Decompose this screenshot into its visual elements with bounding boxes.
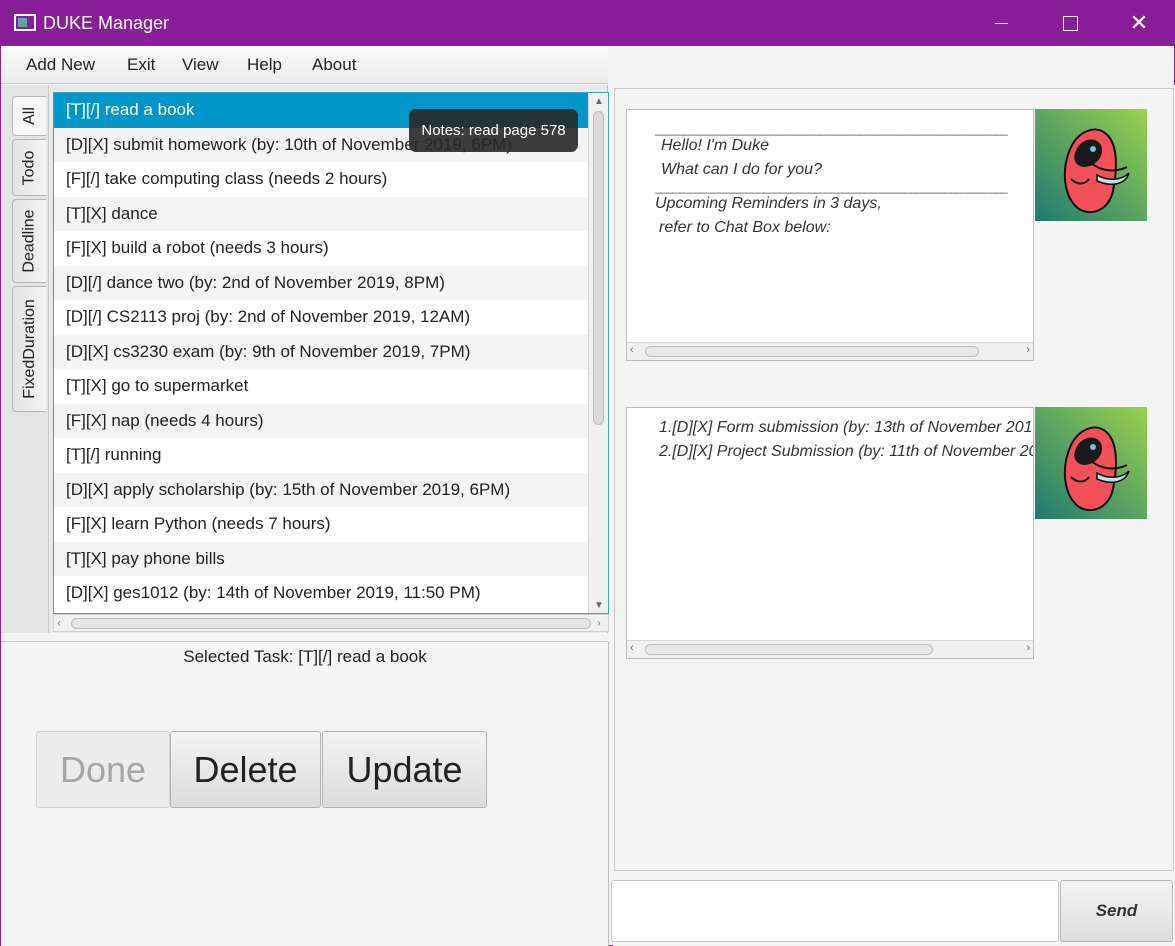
task-row[interactable]: [D][X] ges1012 (by: 14th of November 201…	[54, 576, 588, 611]
scroll-right-icon[interactable]: ›	[592, 616, 606, 630]
menu-bar: Add New Exit View Help About	[1, 46, 608, 84]
task-row[interactable]: [T][X] go to supermarket	[54, 369, 588, 404]
menu-exit[interactable]: Exit	[127, 55, 155, 75]
app-window: DUKE Manager ✕ Add New Exit View Help Ab…	[0, 0, 1175, 946]
task-actions-panel: Selected Task: [T][/] read a book Done D…	[1, 641, 609, 946]
scroll-down-icon[interactable]: ▼	[589, 598, 608, 612]
message-horizontal-scrollbar[interactable]: ‹ ›	[627, 640, 1033, 658]
scroll-up-icon[interactable]: ▲	[589, 94, 608, 108]
minimize-icon	[994, 23, 1008, 24]
minimize-button[interactable]	[966, 1, 1036, 46]
divider: ________________________________________…	[655, 122, 1008, 136]
task-row[interactable]: [F][/] take computing class (needs 2 hou…	[54, 162, 588, 197]
task-panel: All Todo Deadline FixedDuration [T][/] r…	[1, 85, 609, 633]
tab-fixedduration[interactable]: FixedDuration	[12, 286, 46, 412]
chat-input-bar: Send	[611, 876, 1175, 946]
task-row[interactable]: [T][/] running	[54, 438, 588, 473]
scroll-left-icon[interactable]: ‹	[52, 616, 66, 630]
done-button[interactable]: Done	[36, 731, 170, 808]
task-row[interactable]: [T][X] pay phone bills	[54, 541, 588, 576]
message-horizontal-scrollbar[interactable]: ‹ ›	[627, 342, 1033, 360]
menu-view[interactable]: View	[182, 55, 219, 75]
notes-tooltip: Notes: read page 578	[409, 109, 578, 152]
maximize-button[interactable]	[1035, 1, 1105, 46]
message-line: refer to Chat Box below:	[659, 219, 831, 236]
divider: ________________________________________…	[655, 180, 1008, 194]
task-list-vertical-scrollbar[interactable]: ▲ ▼	[588, 93, 608, 613]
menu-help[interactable]: Help	[247, 55, 282, 75]
menu-add-new[interactable]: Add New	[26, 55, 95, 75]
scroll-right-icon[interactable]: ›	[1026, 642, 1030, 654]
message-line: 1.[D][X] Form submission (by: 13th of No…	[659, 419, 1033, 436]
maximize-icon	[1062, 16, 1078, 31]
duke-bird-avatar	[1035, 109, 1147, 221]
message-line: Upcoming Reminders in 3 days,	[655, 195, 882, 212]
task-row[interactable]: [D][X] apply scholarship (by: 15th of No…	[54, 472, 588, 507]
task-row[interactable]: [D][/] CS2113 proj (by: 2nd of November …	[54, 300, 588, 335]
selected-task-label: Selected Task: [T][/] read a book	[183, 647, 427, 666]
chat-panel: ________________________________________…	[611, 85, 1175, 946]
task-row[interactable]: [T][X] dance	[54, 196, 588, 231]
message-line: What can I do for you?	[661, 161, 822, 178]
task-list-items: [T][/] read a book [D][X] submit homework…	[54, 93, 588, 611]
task-row[interactable]: [D][X] cs3230 exam (by: 9th of November …	[54, 334, 588, 369]
vertical-scroll-thumb[interactable]	[593, 111, 604, 425]
task-list[interactable]: [T][/] read a book [D][X] submit homework…	[53, 92, 609, 614]
task-row[interactable]: [F][X] learn Python (needs 7 hours)	[54, 507, 588, 542]
title-bar[interactable]: DUKE Manager ✕	[1, 1, 1175, 46]
close-icon: ✕	[1129, 10, 1149, 36]
task-row[interactable]: [D][/] dance two (by: 2nd of November 20…	[54, 265, 588, 300]
chat-message-1: ________________________________________…	[626, 109, 1034, 361]
send-button[interactable]: Send	[1060, 880, 1173, 942]
horizontal-scroll-thumb[interactable]	[71, 618, 591, 629]
message-line: 2.[D][X] Project Submission (by: 11th of…	[659, 443, 1033, 460]
task-row[interactable]: [F][X] nap (needs 4 hours)	[54, 403, 588, 438]
task-row[interactable]: [F][X] build a robot (needs 3 hours)	[54, 231, 588, 266]
close-button[interactable]: ✕	[1104, 1, 1174, 46]
tab-all[interactable]: All	[12, 96, 46, 136]
app-window-icon	[14, 14, 36, 31]
tab-todo[interactable]: Todo	[12, 139, 46, 196]
tab-deadline[interactable]: Deadline	[12, 199, 46, 283]
task-list-horizontal-scrollbar[interactable]: ‹ ›	[53, 614, 609, 632]
task-tabs: All Todo Deadline FixedDuration	[1, 85, 49, 633]
scroll-left-icon[interactable]: ‹	[630, 344, 634, 356]
horizontal-scroll-thumb[interactable]	[645, 346, 979, 357]
scroll-right-icon[interactable]: ›	[1026, 344, 1030, 356]
chat-input[interactable]	[611, 880, 1059, 942]
delete-button[interactable]: Delete	[170, 731, 321, 808]
update-button[interactable]: Update	[322, 731, 487, 808]
horizontal-scroll-thumb[interactable]	[645, 644, 933, 655]
duke-bird-avatar	[1035, 407, 1147, 519]
window-title: DUKE Manager	[43, 13, 170, 33]
chat-message-2: 1.[D][X] Form submission (by: 13th of No…	[626, 407, 1034, 659]
chat-area: ________________________________________…	[614, 88, 1174, 871]
message-line: Hello! I'm Duke	[661, 137, 769, 154]
scroll-left-icon[interactable]: ‹	[630, 642, 634, 654]
menu-about[interactable]: About	[312, 55, 356, 75]
